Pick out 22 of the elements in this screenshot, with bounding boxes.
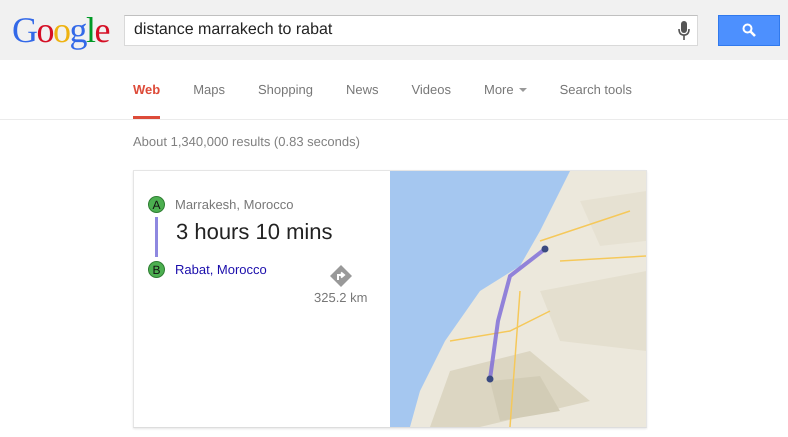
destination-link[interactable]: Rabat, Morocco xyxy=(175,262,267,277)
turn-right-icon[interactable] xyxy=(330,265,352,287)
search-tab[interactable]: Videos xyxy=(411,60,451,119)
search-tab[interactable]: Web xyxy=(133,60,160,119)
search-button[interactable] xyxy=(718,14,780,46)
destination-marker: B xyxy=(148,261,165,278)
search-tab[interactable]: Shopping xyxy=(258,60,313,119)
search-field[interactable]: distance marrakech to rabat xyxy=(124,14,698,46)
google-logo[interactable]: Google xyxy=(12,12,112,48)
microphone-icon[interactable] xyxy=(678,20,690,40)
search-tab[interactable]: Search tools xyxy=(560,60,632,119)
search-tab[interactable]: News xyxy=(346,60,378,119)
more-menu[interactable]: More xyxy=(484,60,527,119)
route-line xyxy=(155,217,158,257)
travel-duration: 3 hours 10 mins xyxy=(176,219,333,246)
search-icon xyxy=(742,23,756,37)
result-stats: About 1,340,000 results (0.83 seconds) xyxy=(133,134,361,149)
origin-marker: A xyxy=(148,196,165,213)
search-tab[interactable]: Maps xyxy=(193,60,226,119)
origin-place: Marrakesh, Morocco xyxy=(175,197,294,212)
distance: 325.2 km xyxy=(314,290,368,305)
caret-icon xyxy=(518,88,527,92)
